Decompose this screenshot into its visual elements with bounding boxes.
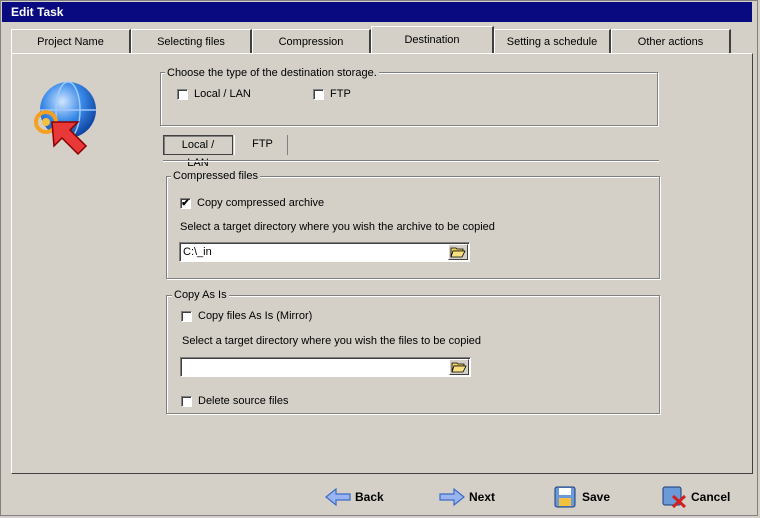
files-target-instruction: Select a target directory where you wish… <box>182 335 481 347</box>
subtab-separator <box>234 135 235 155</box>
next-arrow-icon <box>439 487 465 507</box>
back-button[interactable]: Back <box>325 482 405 512</box>
copy-archive-checkbox[interactable]: ✔ <box>180 198 191 209</box>
window-title: Edit Task <box>2 2 752 22</box>
ftp-checkbox[interactable] <box>313 89 324 100</box>
files-browse-button[interactable] <box>449 359 469 375</box>
folder-open-icon <box>450 247 466 258</box>
save-button[interactable]: Save <box>552 482 632 512</box>
storage-type-legend: Choose the type of the destination stora… <box>165 67 379 79</box>
cancel-icon <box>662 486 687 508</box>
next-button-label: Next <box>469 490 496 504</box>
ftp-label[interactable]: FTP <box>330 88 351 101</box>
tab-destination[interactable]: Destination <box>371 26 494 54</box>
cancel-button[interactable]: Cancel <box>661 482 751 512</box>
local-lan-checkbox[interactable] <box>177 89 188 100</box>
compressed-files-legend: Compressed files <box>171 170 260 182</box>
cancel-button-label: Cancel <box>691 490 731 504</box>
copy-files-label[interactable]: Copy files As Is (Mirror) <box>198 310 312 323</box>
tab-project-name[interactable]: Project Name <box>11 29 131 53</box>
local-lan-label[interactable]: Local / LAN <box>194 88 251 101</box>
tab-setting-a-schedule[interactable]: Setting a schedule <box>494 29 611 53</box>
tab-other-actions[interactable]: Other actions <box>611 29 731 53</box>
save-disk-icon <box>554 486 576 508</box>
destination-panel: Choose the type of the destination stora… <box>11 53 753 474</box>
save-button-label: Save <box>582 490 611 504</box>
back-arrow-icon <box>325 487 351 507</box>
subtab-ftp[interactable]: FTP <box>238 135 288 155</box>
subtab-local-lan[interactable]: Local / LAN <box>163 135 233 169</box>
next-button[interactable]: Next <box>439 482 519 512</box>
tab-compression[interactable]: Compression <box>252 29 371 53</box>
copy-files-checkbox[interactable] <box>181 311 192 322</box>
archive-target-path-field[interactable]: C:\_in <box>179 242 470 262</box>
files-target-path-field[interactable] <box>180 357 471 377</box>
destination-globe-icon <box>34 81 96 156</box>
delete-source-label[interactable]: Delete source files <box>198 395 289 408</box>
folder-open-icon <box>451 362 467 373</box>
bottom-button-bar: Back Next Save Cancel <box>11 475 753 515</box>
archive-target-instruction: Select a target directory where you wish… <box>180 221 495 233</box>
archive-browse-button[interactable] <box>448 244 468 260</box>
subtab-divider <box>163 160 659 161</box>
tab-selecting-files[interactable]: Selecting files <box>131 29 252 53</box>
delete-source-checkbox[interactable] <box>181 396 192 407</box>
archive-target-path-value: C:\_in <box>183 246 212 258</box>
back-button-label: Back <box>355 490 384 504</box>
tab-strip: Project Name Selecting files Compression… <box>11 26 751 54</box>
copy-as-is-legend: Copy As Is <box>172 289 229 301</box>
edit-task-window: Edit Task Project Name Selecting files C… <box>0 0 758 516</box>
copy-archive-label[interactable]: Copy compressed archive <box>197 197 324 210</box>
